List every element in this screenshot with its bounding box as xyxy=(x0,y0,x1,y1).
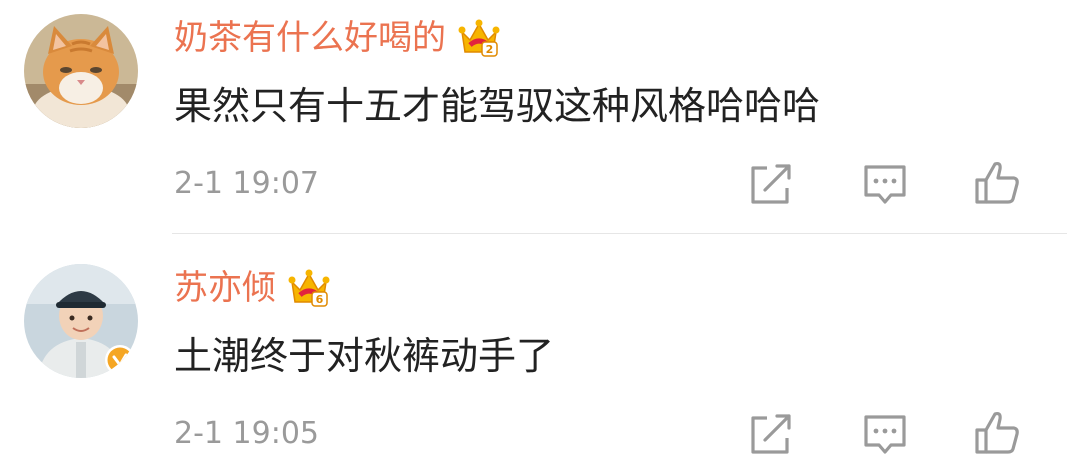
share-icon xyxy=(751,164,791,204)
comment-icon xyxy=(864,415,906,454)
share-button[interactable] xyxy=(747,160,795,208)
svg-text:6: 6 xyxy=(316,293,324,306)
comment-item: 苏亦倾 6 土潮终于对秋裤动手了 2-1 19:05 xyxy=(0,234,1067,454)
user-avatar[interactable] xyxy=(24,264,138,378)
comment-text: 土潮终于对秋裤动手了 xyxy=(174,334,555,378)
comment-icon xyxy=(864,165,906,204)
share-button[interactable] xyxy=(747,410,795,458)
username[interactable]: 奶茶有什么好喝的 xyxy=(174,14,446,62)
reply-button[interactable] xyxy=(861,160,909,208)
like-icon xyxy=(975,161,1019,204)
child-avatar-image xyxy=(24,264,138,378)
username-row: 苏亦倾 6 xyxy=(174,264,330,312)
reply-button[interactable] xyxy=(861,410,909,458)
vip-crown-icon: 2 xyxy=(458,19,500,57)
comment-text: 果然只有十五才能驾驭这种风格哈哈哈 xyxy=(174,84,821,128)
username-row: 奶茶有什么好喝的 2 xyxy=(174,14,500,62)
verified-badge-icon xyxy=(105,335,106,336)
comment-timestamp: 2-1 19:05 xyxy=(174,416,319,451)
like-button[interactable] xyxy=(973,158,1021,206)
svg-text:2: 2 xyxy=(486,43,494,56)
share-icon xyxy=(751,414,791,454)
username[interactable]: 苏亦倾 xyxy=(174,264,276,312)
vip-crown-icon: 6 xyxy=(288,269,330,307)
comment-item: 奶茶有什么好喝的 2 果然只有十五才能驾驭这种风格哈哈哈 2-1 19:07 xyxy=(0,0,1067,233)
comment-timestamp: 2-1 19:07 xyxy=(174,166,319,201)
user-avatar[interactable] xyxy=(24,14,138,128)
cat-avatar-image xyxy=(24,14,138,128)
